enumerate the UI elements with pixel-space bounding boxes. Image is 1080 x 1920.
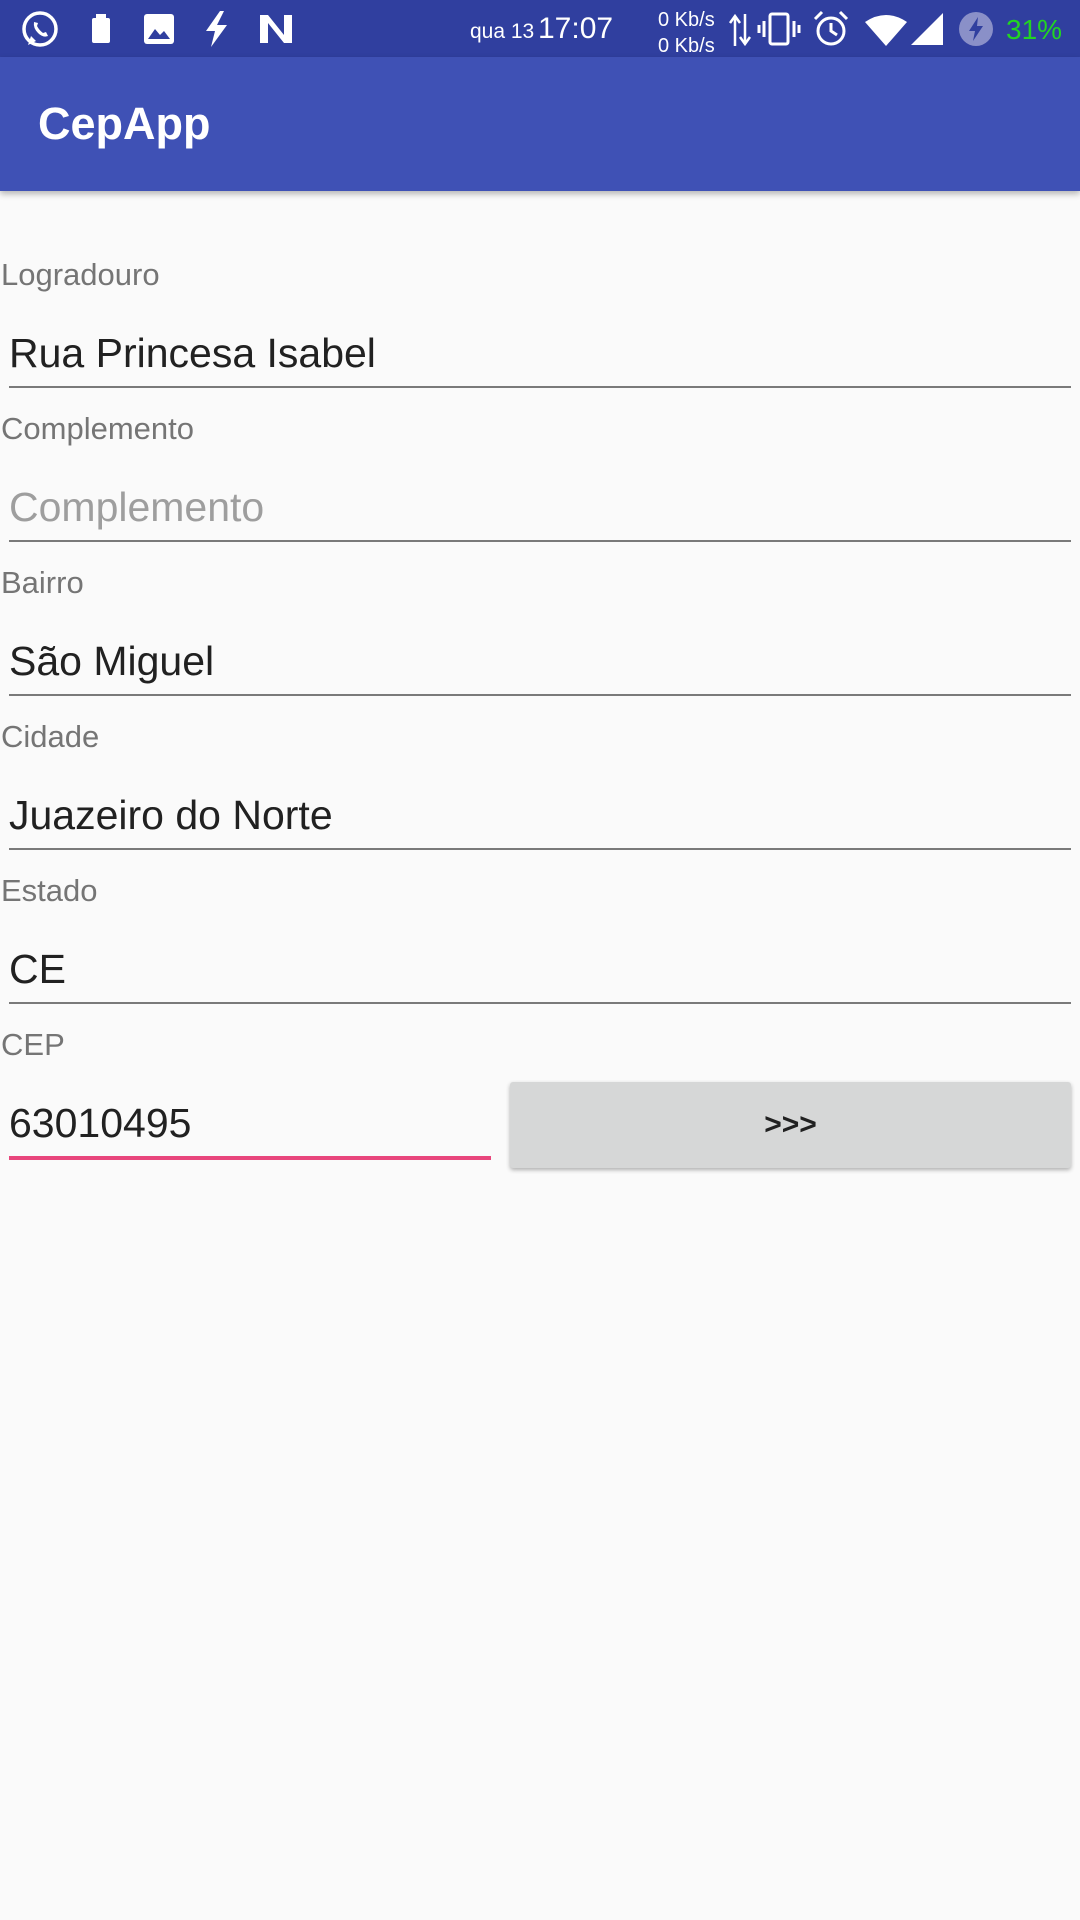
battery-percent: 31% xyxy=(1006,14,1063,45)
whatsapp-icon xyxy=(22,11,58,47)
search-cep-button[interactable]: >>> xyxy=(510,1082,1071,1168)
estado-label: Estado xyxy=(1,873,98,908)
net-speed-up: 0 Kb/s xyxy=(658,9,715,31)
bairro-field xyxy=(9,630,1071,696)
complemento-label: Complemento xyxy=(1,411,194,446)
sim-battery-icon xyxy=(92,14,110,43)
cidade-label: Cidade xyxy=(1,719,100,754)
cep-input[interactable] xyxy=(9,1092,491,1154)
gallery-icon xyxy=(144,14,174,44)
charging-icon xyxy=(959,12,993,46)
logradouro-field xyxy=(9,322,1071,388)
flash-icon xyxy=(206,11,227,47)
bairro-input[interactable] xyxy=(9,630,1071,692)
wifi-icon xyxy=(865,15,907,46)
signal-icon xyxy=(911,13,943,45)
complemento-field xyxy=(9,476,1071,542)
vibrate-icon xyxy=(757,12,801,46)
status-date: qua 13 xyxy=(470,20,535,43)
n-logo-icon xyxy=(260,15,292,43)
estado-input[interactable] xyxy=(9,938,1071,1000)
estado-field xyxy=(9,938,1071,1004)
status-time: 17:07 xyxy=(538,12,614,45)
complemento-input[interactable] xyxy=(9,476,1071,538)
bairro-label: Bairro xyxy=(1,565,84,600)
data-arrows-icon xyxy=(728,13,752,47)
alarm-icon xyxy=(813,10,849,46)
cidade-field xyxy=(9,784,1071,850)
cep-field xyxy=(9,1092,491,1160)
status-bar: qua 13 17:07 0 Kb/s 0 Kb/s 31% xyxy=(0,0,1080,57)
net-speed-down: 0 Kb/s xyxy=(658,35,715,57)
logradouro-label: Logradouro xyxy=(1,257,160,292)
app-bar: CepApp xyxy=(0,57,1080,191)
logradouro-input[interactable] xyxy=(9,322,1071,384)
cidade-input[interactable] xyxy=(9,784,1071,846)
app-title: CepApp xyxy=(38,98,211,149)
cep-label: CEP xyxy=(1,1027,65,1062)
